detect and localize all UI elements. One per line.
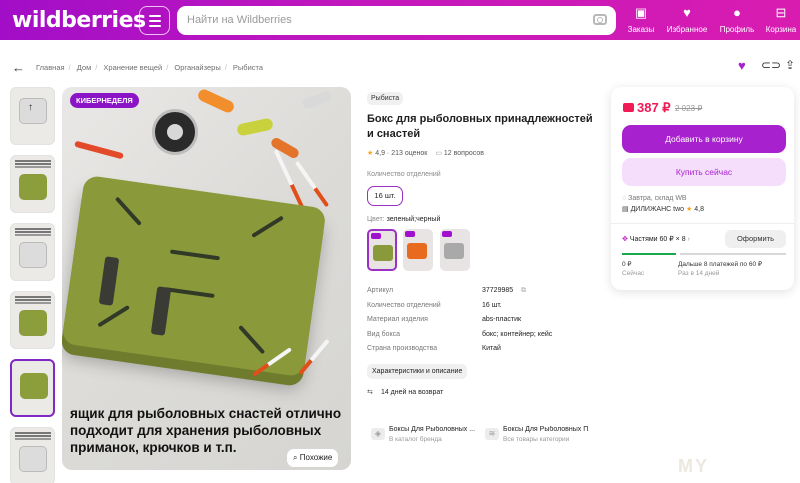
similar-button[interactable]: ⌕ Похожие (287, 449, 339, 467)
buy-now-button[interactable]: Купить сейчас (622, 158, 786, 186)
current-price: 387 ₽ (623, 100, 671, 116)
split-payment-icon: ✥ (622, 236, 630, 243)
lure-illustration (269, 136, 301, 160)
thumbnail[interactable] (10, 155, 55, 213)
wallet-icon (623, 103, 634, 112)
add-to-cart-button[interactable]: Добавить в корзину (622, 125, 786, 153)
related-category-link[interactable]: ≋ Боксы Для Рыболовных П... Все товары к… (481, 422, 591, 448)
copy-icon[interactable]: ⧉ (521, 287, 526, 295)
return-info: ⇆ 14 дней на возврат (367, 388, 444, 396)
brand-tag[interactable]: Рыбиста (367, 92, 404, 105)
arrow-up-icon[interactable]: ↑ (28, 102, 33, 113)
breadcrumb-link[interactable]: Дом (77, 63, 92, 72)
spec-row: Страна производства Китай (367, 345, 501, 352)
thumbnail[interactable] (10, 427, 55, 483)
related-links: ◈ Боксы Для Рыболовных ... В каталог бре… (367, 422, 593, 450)
search-placeholder: Найти на Wildberries (187, 14, 292, 26)
related-brand-link[interactable]: ◈ Боксы Для Рыболовных ... В каталог бре… (367, 422, 477, 448)
tag-icon: ◈ (371, 428, 385, 440)
spec-row: Артикул 37729985 ⧉ (367, 287, 526, 295)
old-price: 2 023 ₽ (675, 104, 703, 113)
star-icon: ★ (367, 150, 374, 157)
progress-now (622, 253, 676, 255)
wildberries-logo[interactable]: wildberries (12, 8, 146, 33)
chevron-right-icon: › (687, 236, 690, 243)
lure-illustration (196, 87, 236, 115)
product-main-image[interactable]: КИБЕРНЕДЕЛЯ ящик для рыболовных снастей … (62, 87, 351, 470)
star-icon: ★ (686, 206, 693, 213)
pay-now: 0 ₽ Сейчас (622, 261, 645, 277)
watermark: MY (678, 456, 709, 476)
delivery-info: ◌ Завтра, склад WB (622, 195, 687, 202)
color-label: Цвет: зеленый;черный (367, 216, 441, 223)
breadcrumb-link[interactable]: Органайзеры (174, 63, 220, 72)
thumbnail-selected[interactable] (10, 359, 55, 417)
nav-cart[interactable]: ⊟ Корзина (759, 5, 800, 35)
search-icon: ⌕ (293, 453, 300, 462)
breadcrumb-link[interactable]: Рыбиста (233, 63, 263, 72)
compartments-label: Количество отделений (367, 171, 441, 178)
product-title: Бокс для рыболовных принадлежностей и сн… (367, 113, 593, 140)
specs-table: Артикул 37729985 ⧉ Количество отделений 16 … (367, 287, 601, 360)
color-swatch[interactable] (403, 229, 434, 271)
nav-favorites[interactable]: ♥ Избранное (665, 5, 709, 35)
spec-row: Вид бокса бокс; контейнер; кейс (367, 330, 553, 338)
divider (611, 223, 794, 224)
rating-row[interactable]: ★ 4,9 · 213 оценок ▭ 12 вопросов (367, 149, 601, 157)
color-swatches (367, 229, 601, 273)
camera-search-icon[interactable] (593, 14, 607, 25)
search-input[interactable]: Найти на Wildberries (177, 6, 616, 35)
chat-icon: ▭ (435, 150, 442, 157)
spec-row: Материал изделия abs-пластик (367, 316, 522, 323)
stack-icon: ≋ (485, 428, 499, 440)
share-icon[interactable]: ⇪ (785, 58, 795, 72)
seller-info[interactable]: ▤ ДИЛИЖАНС two ★ 4,8 (622, 205, 704, 213)
fishing-reel-illustration (152, 109, 198, 155)
return-arrow-icon: ⇆ (367, 388, 373, 396)
product-info: Рыбиста Бокс для рыболовных принадлежнос… (367, 87, 601, 396)
breadcrumb-link[interactable]: Главная (36, 63, 65, 72)
progress-later (680, 253, 786, 255)
float-illustration (273, 149, 305, 209)
menu-button[interactable] (139, 6, 170, 35)
heart-icon: ♥ (683, 5, 691, 20)
breadcrumb: ← Главная / Дом / Хранение вещей / Органайз… (12, 60, 264, 75)
link-icon[interactable]: ⊂⊃ (761, 58, 781, 72)
color-swatch[interactable] (367, 229, 397, 271)
buy-card: 387 ₽ 2 023 ₽ Добавить в корзину Купить … (611, 87, 794, 290)
box-icon: ▣ (634, 5, 648, 20)
promo-badge: КИБЕРНЕДЕЛЯ (70, 93, 139, 108)
user-icon: ● (733, 5, 741, 20)
favorite-heart-icon[interactable]: ♥ (738, 58, 746, 73)
top-header: wildberries Найти на Wildberries ▣ Заказ… (0, 0, 800, 40)
compartments-option[interactable]: 16 шт. (367, 186, 403, 206)
thumbnail[interactable]: ↑ (10, 87, 55, 145)
nav-orders[interactable]: ▣ Заказы (619, 5, 663, 35)
lure-illustration (74, 140, 124, 160)
installment-button[interactable]: Оформить (725, 230, 786, 248)
thumbnail[interactable] (10, 291, 55, 349)
thumbnail-list: ↑ (10, 87, 58, 483)
nav-profile[interactable]: ● Профиль (715, 5, 759, 35)
cart-icon: ⊟ (775, 5, 787, 20)
pay-later: Дальше 8 платежей по 60 ₽ Раз в 14 дней (678, 261, 762, 277)
spec-row: Количество отделений 16 шт. (367, 301, 502, 309)
back-arrow-icon[interactable]: ← (12, 60, 25, 75)
characteristics-button[interactable]: Характеристики и описание (367, 363, 468, 379)
breadcrumb-link[interactable]: Хранение вещей (103, 63, 162, 72)
shop-icon: ▤ (622, 206, 631, 213)
installment-info[interactable]: ✥ Частями 60 ₽ × 8 › (622, 235, 690, 243)
thumbnail[interactable] (10, 223, 55, 281)
lure-illustration (236, 117, 274, 137)
color-swatch[interactable] (439, 229, 470, 271)
lure-illustration (301, 90, 333, 110)
